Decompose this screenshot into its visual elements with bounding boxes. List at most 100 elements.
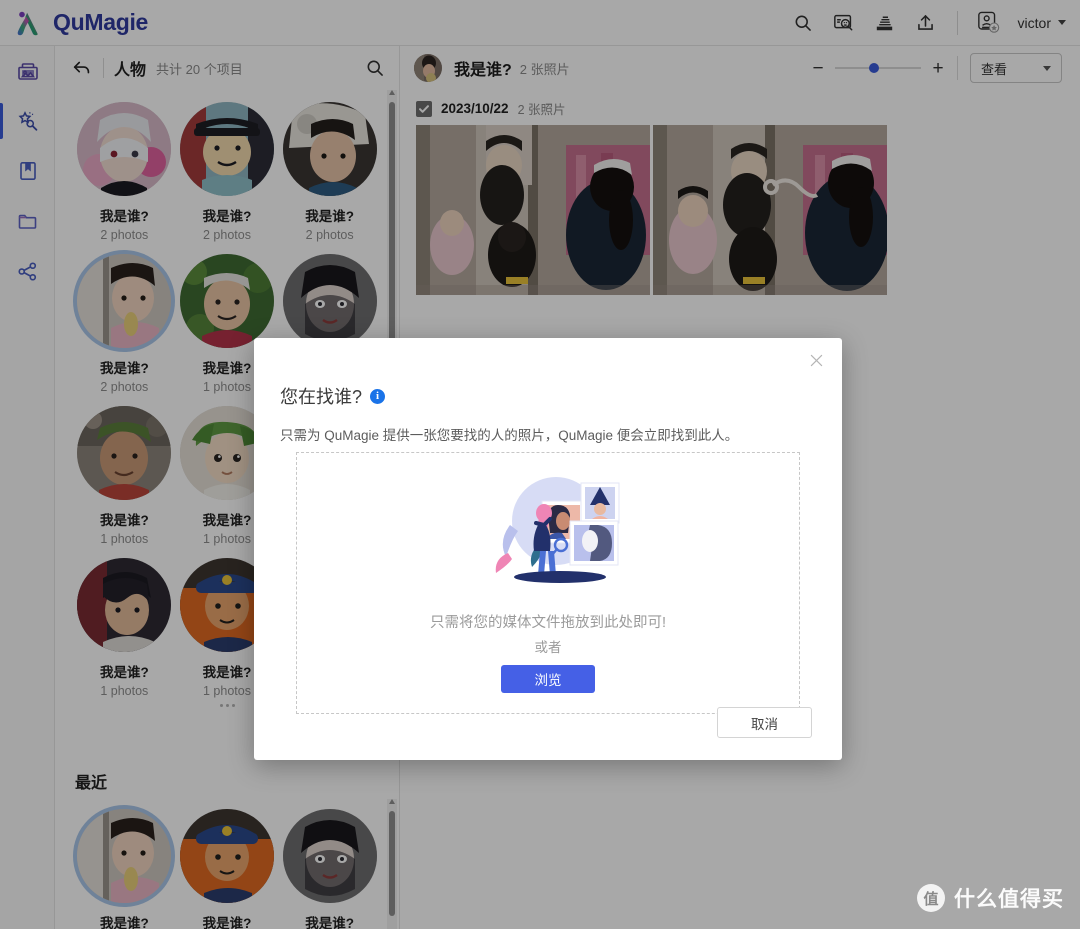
check-icon (419, 104, 429, 113)
photo-strip (400, 125, 1080, 295)
person-face[interactable] (179, 254, 274, 348)
photo-image-2 (653, 125, 887, 295)
avatar[interactable] (977, 11, 1001, 35)
user-name: victor (1017, 14, 1051, 31)
person-photo-count: 2 photos (100, 380, 149, 394)
dropzone-message: 只需将您的媒体文件拖放到此处即可! (429, 615, 667, 631)
left-sidebar (0, 46, 55, 929)
find-person-illustration-icon (495, 477, 620, 583)
scroll-up-arrow-icon[interactable] (389, 90, 395, 95)
person-photo-count: 1 photos (100, 532, 149, 546)
upload-icon[interactable] (914, 11, 938, 35)
person-face[interactable] (179, 102, 274, 196)
person-photo-count: 2 photos (100, 228, 149, 242)
person-face[interactable] (77, 254, 172, 348)
person-face[interactable] (282, 102, 377, 196)
person-photo-count: 2 photos (203, 228, 251, 242)
dropzone-or: 或者 (534, 640, 562, 655)
zoom-slider[interactable] (835, 63, 921, 73)
main-header: 我是谁? 2 张照片 − + 查看 (400, 46, 1080, 90)
browse-button[interactable]: 浏览 (501, 665, 595, 693)
scrollbar-thumb[interactable] (389, 811, 395, 916)
sidebar-item-ai-search[interactable] (0, 96, 55, 146)
person-face-image (282, 102, 377, 196)
person-card[interactable]: 我是谁? 1 photos (73, 398, 176, 546)
dialog-description: 只需为 QuMagie 提供一张您要找的人的照片，QuMagie 便会立即找到此… (280, 428, 739, 443)
zoom-in-button[interactable]: + (931, 59, 945, 78)
photo-thumbnail[interactable] (416, 125, 650, 295)
date-group-checkbox[interactable] (416, 100, 432, 117)
person-name: 我是谁? (99, 916, 149, 929)
person-face[interactable] (282, 809, 377, 903)
photo-thumbnail[interactable] (653, 125, 887, 295)
sidebar-item-albums[interactable] (0, 146, 55, 196)
person-photo-count: 2 张照片 (519, 61, 570, 77)
zoom-slider-thumb[interactable] (868, 63, 879, 73)
person-face[interactable] (77, 406, 172, 500)
close-icon[interactable] (804, 348, 828, 372)
people-panel-header: 人物 共计 20 个项目 (55, 46, 399, 90)
person-name: 我是谁? (99, 513, 149, 528)
person-face[interactable] (77, 558, 172, 652)
person-face-image (77, 809, 172, 903)
view-dropdown-label: 查看 (981, 61, 1008, 77)
scroll-up-arrow-icon[interactable] (389, 799, 395, 804)
person-name: 我是谁? (305, 209, 355, 224)
layers-icon[interactable] (873, 11, 897, 35)
face-search-icon[interactable] (832, 11, 856, 35)
person-face[interactable] (77, 809, 172, 903)
person-name: 我是谁? (202, 665, 252, 680)
person-photo-count: 2 photos (305, 228, 354, 242)
person-name: 我是谁? (202, 209, 252, 224)
brand[interactable]: QuMagie (0, 8, 148, 38)
person-face-image (179, 809, 274, 903)
item-count: 共计 20 个项目 (156, 61, 243, 77)
chevron-down-icon (1043, 65, 1051, 71)
header-divider (957, 56, 958, 80)
person-face[interactable] (282, 254, 377, 348)
qumagie-logo-icon (17, 11, 38, 35)
person-card[interactable]: 我是谁?1 photos (73, 550, 176, 698)
person-card[interactable]: 我是谁? 2 photos (278, 94, 381, 242)
person-name: 我是谁? (99, 209, 149, 224)
person-card[interactable]: 我是谁?1 photos (278, 801, 381, 929)
panel-search-icon[interactable] (365, 58, 385, 78)
recent-scrollbar[interactable] (387, 799, 397, 929)
person-card[interactable]: 我是谁?2 photos (73, 246, 176, 394)
view-dropdown[interactable]: 查看 (970, 53, 1062, 83)
recent-section-title: 最近 (75, 775, 108, 792)
person-card[interactable]: 我是谁? 2 photos (176, 94, 279, 242)
sidebar-item-photos[interactable] (0, 46, 55, 96)
person-face-image (179, 102, 274, 196)
person-name: 我是谁? (202, 513, 252, 528)
person-face-image (282, 809, 377, 903)
cancel-button[interactable]: 取消 (717, 707, 812, 738)
person-card[interactable]: 我是谁?2 photos (73, 801, 176, 929)
search-icon[interactable] (791, 11, 815, 35)
person-photo-count: 1 photos (203, 684, 251, 698)
person-face-image (77, 558, 172, 652)
person-avatar[interactable] (414, 54, 442, 82)
sidebar-item-folders[interactable] (0, 196, 55, 246)
page-title: 人物 (114, 62, 147, 79)
person-name: 我是谁? (305, 916, 355, 929)
info-icon[interactable]: i (370, 388, 386, 404)
person-title: 我是谁? (454, 62, 512, 79)
person-face-image (282, 254, 377, 348)
person-face[interactable] (77, 102, 172, 196)
back-arrow-icon[interactable] (71, 57, 93, 79)
user-menu[interactable]: victor (1018, 15, 1066, 31)
person-card[interactable]: 我是谁?1 photos (176, 801, 279, 929)
zoom-out-button[interactable]: − (811, 59, 825, 78)
main-header-controls: − + 查看 (811, 53, 1062, 83)
zoom-control: − + (811, 59, 945, 78)
sidebar-item-shared[interactable] (0, 246, 55, 296)
file-dropzone[interactable]: 只需将您的媒体文件拖放到此处即可! 或者 浏览 (296, 452, 800, 714)
person-face[interactable] (179, 809, 274, 903)
recent-region: 最近 我是谁?2 photos我是谁?1 photos我是谁?1 photos (55, 755, 399, 929)
date-label: 2023/10/22 (441, 101, 509, 116)
person-card[interactable]: 我是谁? 2 photos (73, 94, 176, 242)
top-bar: QuMagie victor (0, 0, 1080, 46)
person-name: 我是谁? (202, 916, 252, 929)
person-photo-count: 1 photos (203, 532, 251, 546)
